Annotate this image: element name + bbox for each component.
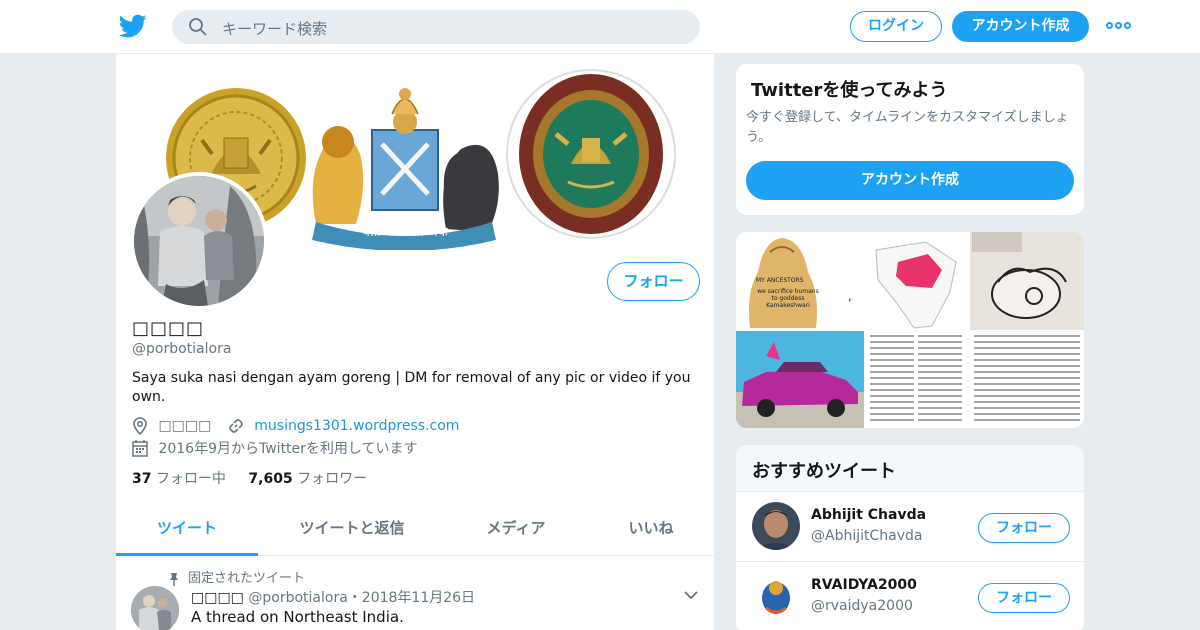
media-thumbnail-document-2[interactable] [968,331,1085,429]
signup-card: Twitterを使ってみよう 今すぐ登録して、タイムラインをカスタマイズしましょ… [735,63,1085,216]
media-thumbnail-map[interactable] [851,232,969,330]
twitter-bird-icon[interactable] [118,12,148,40]
calendar-icon [132,440,148,457]
medallion-image [506,69,676,239]
profile-bio: Saya suka nasi dengan ayam goreng | DM f… [132,370,691,405]
recommended-user-name[interactable]: RVAIDYA2000 [811,577,917,593]
tweet-author-handle[interactable]: @porbotialora [248,590,347,606]
recommended-user-name[interactable]: Abhijit Chavda [811,507,926,523]
signup-card-title: Twitterを使ってみよう [751,80,948,101]
following-link[interactable]: 37 フォロー中 [132,471,226,487]
avatar[interactable] [752,572,800,620]
recommended-user-handle[interactable]: @AbhijitChavda [811,528,922,544]
search-bar[interactable]: キーワード検索 [172,10,700,44]
followers-link[interactable]: 7,605 フォロワー [248,471,367,487]
search-input[interactable]: キーワード検索 [222,18,327,39]
tweet-text: A thread on Northeast India. [191,608,404,626]
joined-date: 2016年9月からTwitterを利用しています [158,441,418,457]
tweet-header: □□□□ @porbotialora・2018年11月26日 [191,587,475,607]
signup-card-button[interactable]: アカウント作成 [746,161,1074,200]
profile-location: □□□□ [158,418,212,434]
display-name: □□□□ [132,318,205,339]
tab-tweets[interactable]: ツイート [116,504,258,556]
profile-joined: 2016年9月からTwitterを利用しています [132,438,418,458]
profile-avatar[interactable] [130,172,268,310]
more-icon[interactable] [1106,20,1132,34]
avatar[interactable] [752,502,800,550]
profile-column: यतो धर्मस्ततो जयः フォロー □□□□ @porbotialor… [115,54,715,630]
list-item[interactable]: Abhijit Chavda @AbhijitChavda フォロー [736,491,1084,561]
meme-caption-body: we sacrifice humans to goddess Kamakeshw… [757,288,819,309]
signup-card-description: 今すぐ登録して、タイムラインをカスタマイズしましょう。 [746,110,1069,145]
tab-likes[interactable]: いいね [596,504,706,556]
tweet-date[interactable]: ・2018年11月26日 [348,590,475,606]
media-thumbnail-meme[interactable]: MY ANCESTORS we sacrifice humans to godd… [736,232,852,330]
recommended-user-handle[interactable]: @rvaidya2000 [811,598,913,614]
meme-caption-title: MY ANCESTORS [756,277,804,284]
follow-button[interactable]: フォロー [978,583,1070,613]
search-icon [189,18,207,36]
media-grid: MY ANCESTORS we sacrifice humans to godd… [735,231,1085,429]
tweet-author-avatar[interactable] [131,586,179,630]
follow-button[interactable]: フォロー [978,513,1070,543]
location-icon [133,417,147,435]
recommended-title: おすすめツイート [752,461,896,482]
follow-counts: 37 フォロー中 7,605 フォロワー [132,468,367,488]
tweet-author-name[interactable]: □□□□ [191,590,244,606]
media-thumbnail-sketch[interactable] [970,232,1085,330]
link-icon [229,419,243,433]
login-button[interactable]: ログイン [850,11,942,42]
banner-motto: यतो धर्मस्ततो जयः [362,224,448,240]
profile-tabs: ツイート ツイートと返信 メディア いいね [116,504,714,556]
profile-meta: □□□□ musings1301.wordpress.com [132,417,459,437]
list-item[interactable]: RVAIDYA2000 @rvaidya2000 フォロー [736,561,1084,630]
media-thumbnail-car[interactable] [736,331,864,429]
signup-button[interactable]: アカウント作成 [952,11,1089,42]
recommended-card: おすすめツイート Abhijit Chavda @AbhijitChavda フ… [735,444,1085,630]
coat-of-arms-image: यतो धर्मस्ततो जयः [312,88,499,250]
profile-handle: @porbotialora [132,341,232,357]
tab-tweets-and-replies[interactable]: ツイートと返信 [274,504,430,556]
chevron-down-icon[interactable] [684,590,698,600]
profile-website-link[interactable]: musings1301.wordpress.com [254,418,459,434]
tab-media[interactable]: メディア [446,504,586,556]
media-thumbnail-document-1[interactable] [865,331,967,429]
pin-icon [170,572,178,586]
follow-button[interactable]: フォロー [607,262,700,301]
top-navigation: キーワード検索 ログイン アカウント作成 [0,0,1200,54]
pinned-label: 固定されたツイート [168,567,305,586]
